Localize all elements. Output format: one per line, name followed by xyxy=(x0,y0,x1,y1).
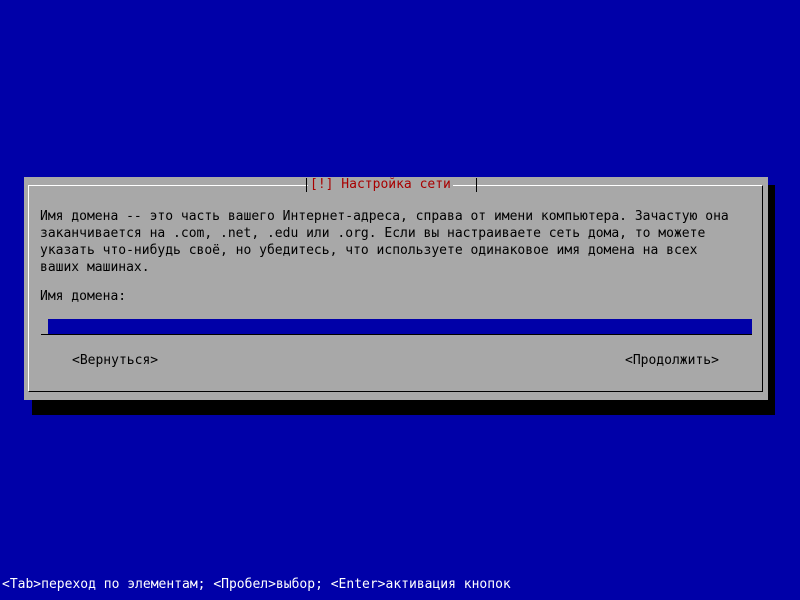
network-config-dialog: [!] Настройка сети Имя домена -- это час… xyxy=(24,177,768,400)
domain-name-input[interactable] xyxy=(48,319,752,335)
dialog-description: Имя домена -- это часть вашего Интернет-… xyxy=(40,209,729,275)
status-bar-hint: <Tab>переход по элементам; <Пробел>выбор… xyxy=(2,577,511,592)
domain-name-label: Имя домена: xyxy=(40,289,127,304)
input-underline xyxy=(48,334,752,335)
title-bracket-right xyxy=(476,178,477,192)
continue-button[interactable]: <Продолжить> xyxy=(625,353,719,369)
title-bracket-left xyxy=(306,178,307,192)
back-button[interactable]: <Вернуться> xyxy=(72,353,158,369)
dialog-title: [!] Настройка сети xyxy=(308,177,453,193)
